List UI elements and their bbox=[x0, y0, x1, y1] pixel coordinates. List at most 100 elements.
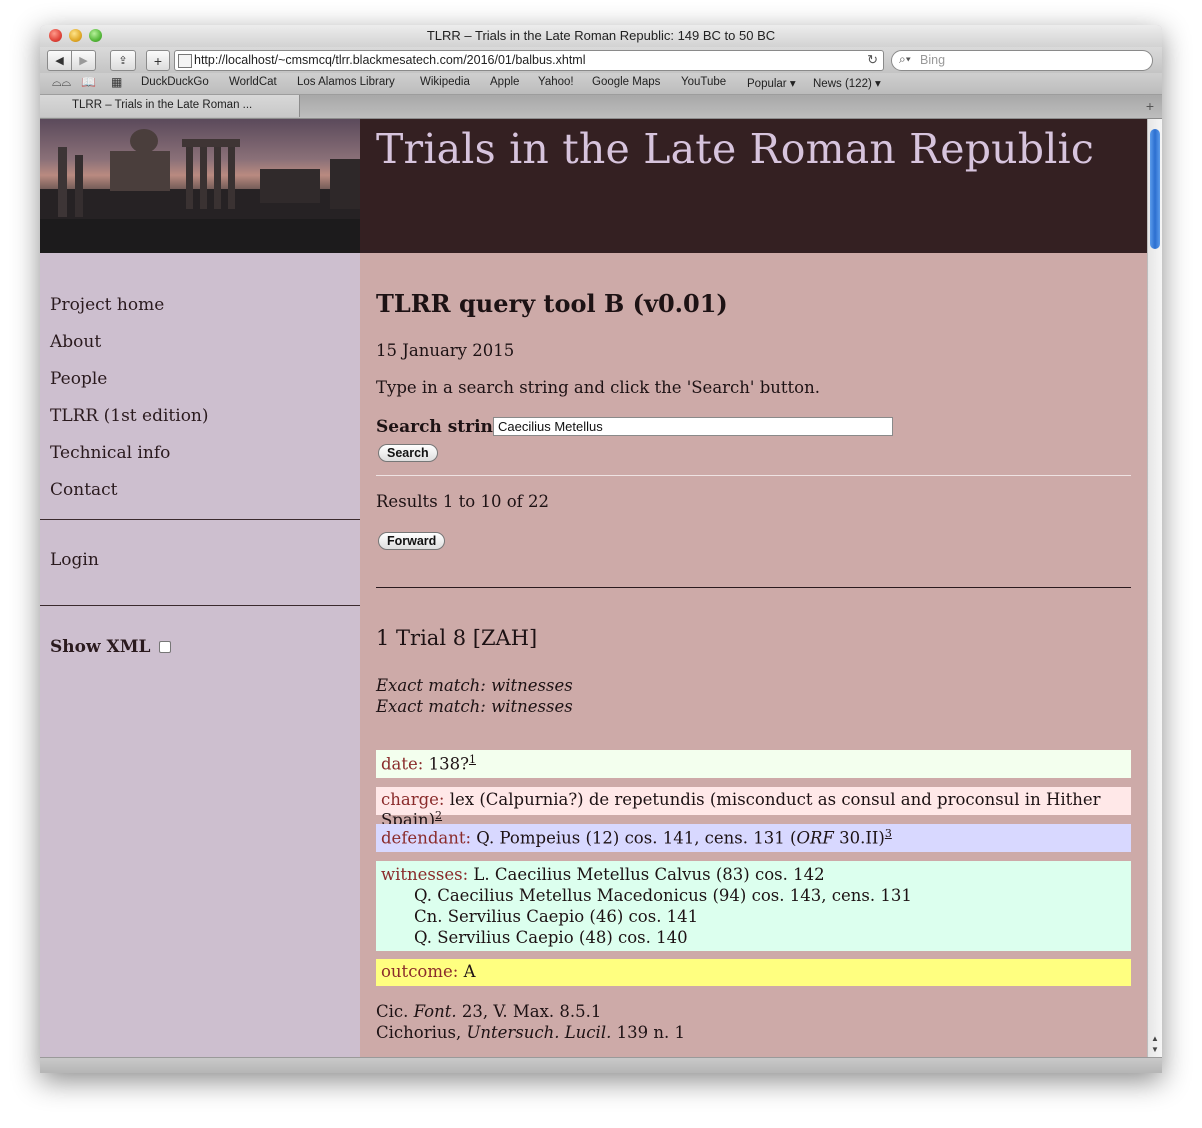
sidebar-divider bbox=[40, 605, 360, 606]
back-button[interactable]: ◀ bbox=[47, 50, 72, 71]
trial-heading: 1 Trial 8 [ZAH] bbox=[376, 626, 538, 650]
page-date: 15 January 2015 bbox=[376, 341, 515, 360]
nav-login[interactable]: Login bbox=[50, 550, 99, 570]
witness-item: Q. Caecilius Metellus Macedonicus (94) c… bbox=[414, 886, 912, 905]
footnote-link[interactable]: 1 bbox=[469, 753, 476, 766]
site-header: Trials in the Late Roman Republic bbox=[360, 119, 1147, 253]
tab-tlrr[interactable]: TLRR – Trials in the Late Roman ... bbox=[40, 95, 300, 117]
reading-list-icon[interactable]: ⌓⌓ bbox=[52, 75, 71, 90]
nav-contact[interactable]: Contact bbox=[50, 480, 118, 500]
date-value: 138? bbox=[428, 754, 469, 774]
search-placeholder: Bing bbox=[920, 53, 946, 67]
search-icon: ⌕▾ bbox=[899, 52, 911, 66]
search-string-label: Search string: bbox=[376, 417, 512, 437]
defendant-value: Q. Pompeius (12) cos. 141, cens. 131 ( bbox=[476, 828, 797, 848]
show-xml-label: Show XML bbox=[50, 637, 151, 657]
forum-ruins-illustration bbox=[40, 129, 360, 253]
instruction-text: Type in a search string and click the 'S… bbox=[376, 378, 820, 397]
source-text: 139 n. 1 bbox=[611, 1023, 685, 1042]
forward-button[interactable]: Forward bbox=[378, 532, 446, 550]
defendant-value-end: 30.II) bbox=[833, 828, 885, 848]
defendant-key: defendant: bbox=[381, 828, 472, 848]
outcome-key: outcome: bbox=[381, 962, 459, 981]
scroll-down-arrow-icon[interactable]: ▼ bbox=[1151, 1045, 1159, 1054]
match-note: Exact match: witnesses bbox=[376, 697, 573, 716]
bookmark-yahoo[interactable]: Yahoo! bbox=[538, 76, 574, 88]
share-icon: ⇪ bbox=[118, 55, 128, 67]
source-title: Font. bbox=[413, 1002, 457, 1021]
vertical-scrollbar[interactable]: ▲ ▼ bbox=[1147, 119, 1162, 1057]
witness-item: L. Caecilius Metellus Calvus (83) cos. 1… bbox=[473, 865, 825, 884]
bookmark-news-menu[interactable]: News (122) ▾ bbox=[813, 76, 881, 90]
scroll-up-arrow-icon[interactable]: ▲ bbox=[1151, 1034, 1159, 1043]
outcome-field: outcome: A bbox=[376, 959, 1131, 986]
reload-icon[interactable]: ↻ bbox=[867, 52, 878, 68]
nav-about[interactable]: About bbox=[50, 332, 101, 352]
web-page: Trials in the Late Roman Republic Projec… bbox=[40, 119, 1147, 1057]
separator-line bbox=[376, 587, 1131, 588]
source-title: Untersuch. Lucil. bbox=[466, 1023, 612, 1042]
bookmark-youtube[interactable]: YouTube bbox=[681, 76, 726, 88]
nav-tlrr-1st-edition[interactable]: TLRR (1st edition) bbox=[50, 406, 209, 426]
separator-line bbox=[376, 475, 1131, 476]
bookmark-apple[interactable]: Apple bbox=[490, 76, 519, 88]
bookmark-google-maps[interactable]: Google Maps bbox=[592, 76, 660, 88]
nav-technical-info[interactable]: Technical info bbox=[50, 443, 170, 463]
page-favicon-icon bbox=[178, 54, 192, 68]
source-citation: Cic. Font. 23, V. Max. 8.5.1 bbox=[376, 1002, 601, 1021]
url-text: http://localhost/~cmsmcq/tlrr.blackmesat… bbox=[194, 53, 586, 67]
source-text: 23, V. Max. 8.5.1 bbox=[456, 1002, 602, 1021]
scrollbar-thumb[interactable] bbox=[1150, 129, 1160, 249]
source-text: Cic. bbox=[376, 1002, 414, 1021]
charge-field: charge: lex (Calpurnia?) de repetundis (… bbox=[376, 787, 1131, 830]
search-string-input[interactable]: Caecilius Metellus bbox=[493, 417, 893, 436]
sidebar: Project home About People TLRR (1st edit… bbox=[40, 253, 360, 1057]
nav-people[interactable]: People bbox=[50, 369, 107, 389]
witness-item: Q. Servilius Caepio (48) cos. 140 bbox=[414, 928, 688, 947]
footnote-link[interactable]: 2 bbox=[435, 809, 442, 822]
bookmark-worldcat[interactable]: WorldCat bbox=[229, 76, 277, 88]
back-arrow-icon: ◀ bbox=[55, 55, 64, 67]
page-heading: TLRR query tool B (v0.01) bbox=[376, 289, 728, 318]
add-bookmark-button[interactable]: + bbox=[146, 50, 170, 71]
main-content: TLRR query tool B (v0.01) 15 January 201… bbox=[360, 253, 1147, 1057]
title-bar: TLRR – Trials in the Late Roman Republic… bbox=[40, 25, 1162, 48]
new-tab-icon[interactable]: + bbox=[1146, 98, 1154, 114]
top-sites-grid-icon[interactable]: ▦ bbox=[111, 75, 122, 89]
search-button[interactable]: Search bbox=[378, 444, 438, 462]
nav-project-home[interactable]: Project home bbox=[50, 295, 164, 315]
results-count: Results 1 to 10 of 22 bbox=[376, 492, 549, 511]
address-bar[interactable]: http://localhost/~cmsmcq/tlrr.blackmesat… bbox=[174, 50, 884, 71]
bookmark-popular-menu[interactable]: Popular ▾ bbox=[747, 76, 796, 90]
date-field: date: 138?1 bbox=[376, 750, 1131, 778]
browser-window: TLRR – Trials in the Late Roman Republic… bbox=[40, 25, 1162, 1073]
bookmark-los-alamos-library[interactable]: Los Alamos Library bbox=[297, 76, 395, 88]
bookmarks-book-icon[interactable]: 📖 bbox=[81, 75, 96, 89]
bookmark-wikipedia[interactable]: Wikipedia bbox=[420, 76, 470, 88]
defendant-field: defendant: Q. Pompeius (12) cos. 141, ce… bbox=[376, 824, 1131, 852]
match-note: Exact match: witnesses bbox=[376, 676, 573, 695]
forward-nav-button[interactable]: ▶ bbox=[71, 50, 96, 71]
bookmark-duckduckgo[interactable]: DuckDuckGo bbox=[141, 76, 209, 88]
witness-item: Cn. Servilius Caepio (46) cos. 141 bbox=[414, 907, 699, 926]
outcome-value: A bbox=[463, 962, 476, 981]
date-key: date: bbox=[381, 754, 424, 774]
source-citation: Cichorius, Untersuch. Lucil. 139 n. 1 bbox=[376, 1023, 685, 1042]
share-button[interactable]: ⇪ bbox=[110, 50, 136, 71]
charge-key: charge: bbox=[381, 790, 445, 809]
site-title: Trials in the Late Roman Republic bbox=[376, 125, 1094, 173]
show-xml-checkbox[interactable] bbox=[158, 641, 171, 653]
forward-arrow-icon: ▶ bbox=[79, 55, 88, 67]
tab-bar: TLRR – Trials in the Late Roman ... + bbox=[40, 95, 1162, 119]
roman-forum-photo bbox=[40, 119, 360, 253]
bookmarks-bar: ⌓⌓ 📖 ▦ DuckDuckGo WorldCat Los Alamos Li… bbox=[40, 73, 1162, 95]
browser-toolbar: ◀ ▶ ⇪ + http://localhost/~cmsmcq/tlrr.bl… bbox=[40, 47, 1162, 73]
search-field[interactable]: ⌕▾ Bing bbox=[891, 50, 1153, 71]
show-xml-toggle: Show XML bbox=[50, 637, 171, 657]
source-text: Cichorius, bbox=[376, 1023, 467, 1042]
witnesses-field: witnesses: L. Caecilius Metellus Calvus … bbox=[376, 861, 1131, 951]
status-bar bbox=[40, 1057, 1162, 1073]
footnote-link[interactable]: 3 bbox=[885, 827, 892, 840]
witnesses-key: witnesses: bbox=[381, 865, 469, 884]
window-title: TLRR – Trials in the Late Roman Republic… bbox=[426, 28, 776, 43]
